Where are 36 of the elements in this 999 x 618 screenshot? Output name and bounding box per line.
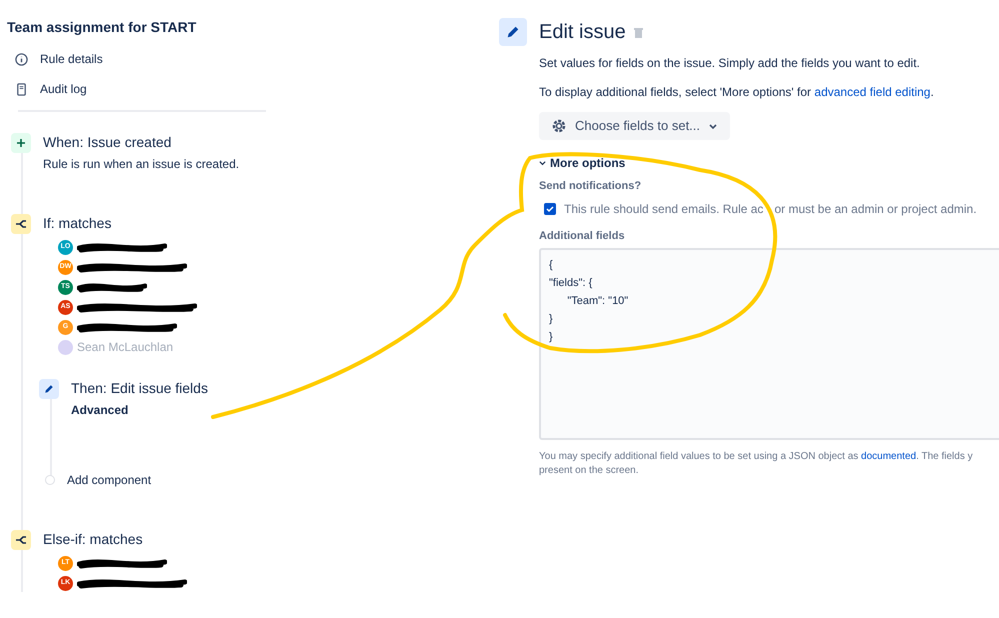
help-text: You may specify additional field values to be set using a JSON object as documented. The fields y present on the screen. [539, 450, 974, 478]
trash-icon [634, 26, 643, 38]
hint-text: To display additional fields, select 'More options' for advanced field editing. [539, 84, 935, 101]
checkbox-label: This rule should send emails. Rule ac [564, 200, 764, 218]
checkmark-icon [546, 204, 554, 212]
settings-icon [551, 118, 567, 134]
advanced-editing-link[interactable]: advanced field editing [814, 85, 930, 99]
sidebar-item[interactable]: Rule details [7, 44, 270, 74]
document-icon [15, 82, 28, 96]
more-options-toggle[interactable]: More options [539, 154, 626, 172]
field-label: Additional fields [539, 228, 626, 244]
plus-icon [11, 132, 31, 152]
choose-fields-button[interactable]: Choose fields to set... [539, 112, 730, 140]
description: Set values for fields on the issue. Simply add the fields you want to edit. [539, 55, 921, 72]
step-title: Then: Edit issue fields [71, 379, 208, 398]
step-title: If: matches [43, 214, 112, 233]
step-title: When: Issue created [43, 133, 172, 152]
add-component-button[interactable]: Add component [39, 471, 152, 489]
person-name: Sean McLauchlan [77, 341, 174, 353]
pencil-icon [39, 378, 59, 398]
rule-title: Team assignment for START [7, 18, 198, 37]
pencil-icon [499, 18, 527, 46]
additional-fields-input[interactable]: { "fields": { "Team": "10" } } [539, 248, 999, 440]
step-title: Else-if: matches [43, 530, 143, 549]
branch-icon [11, 530, 31, 550]
checkbox-label: or must be an admin or project admin. [774, 200, 977, 218]
sidebar-item[interactable]: Audit log [7, 74, 270, 104]
panel-title: Edit issue [539, 20, 626, 45]
checkbox[interactable] [544, 202, 556, 214]
step-subtitle: Advanced [71, 402, 130, 419]
branch-icon [11, 214, 31, 234]
info-icon [15, 52, 28, 66]
documented-link[interactable]: documented [861, 451, 916, 462]
field-label: Send notifications? [539, 179, 642, 194]
step-description: Rule is run when an issue is created. [43, 156, 240, 173]
chevron-icon [539, 160, 546, 166]
